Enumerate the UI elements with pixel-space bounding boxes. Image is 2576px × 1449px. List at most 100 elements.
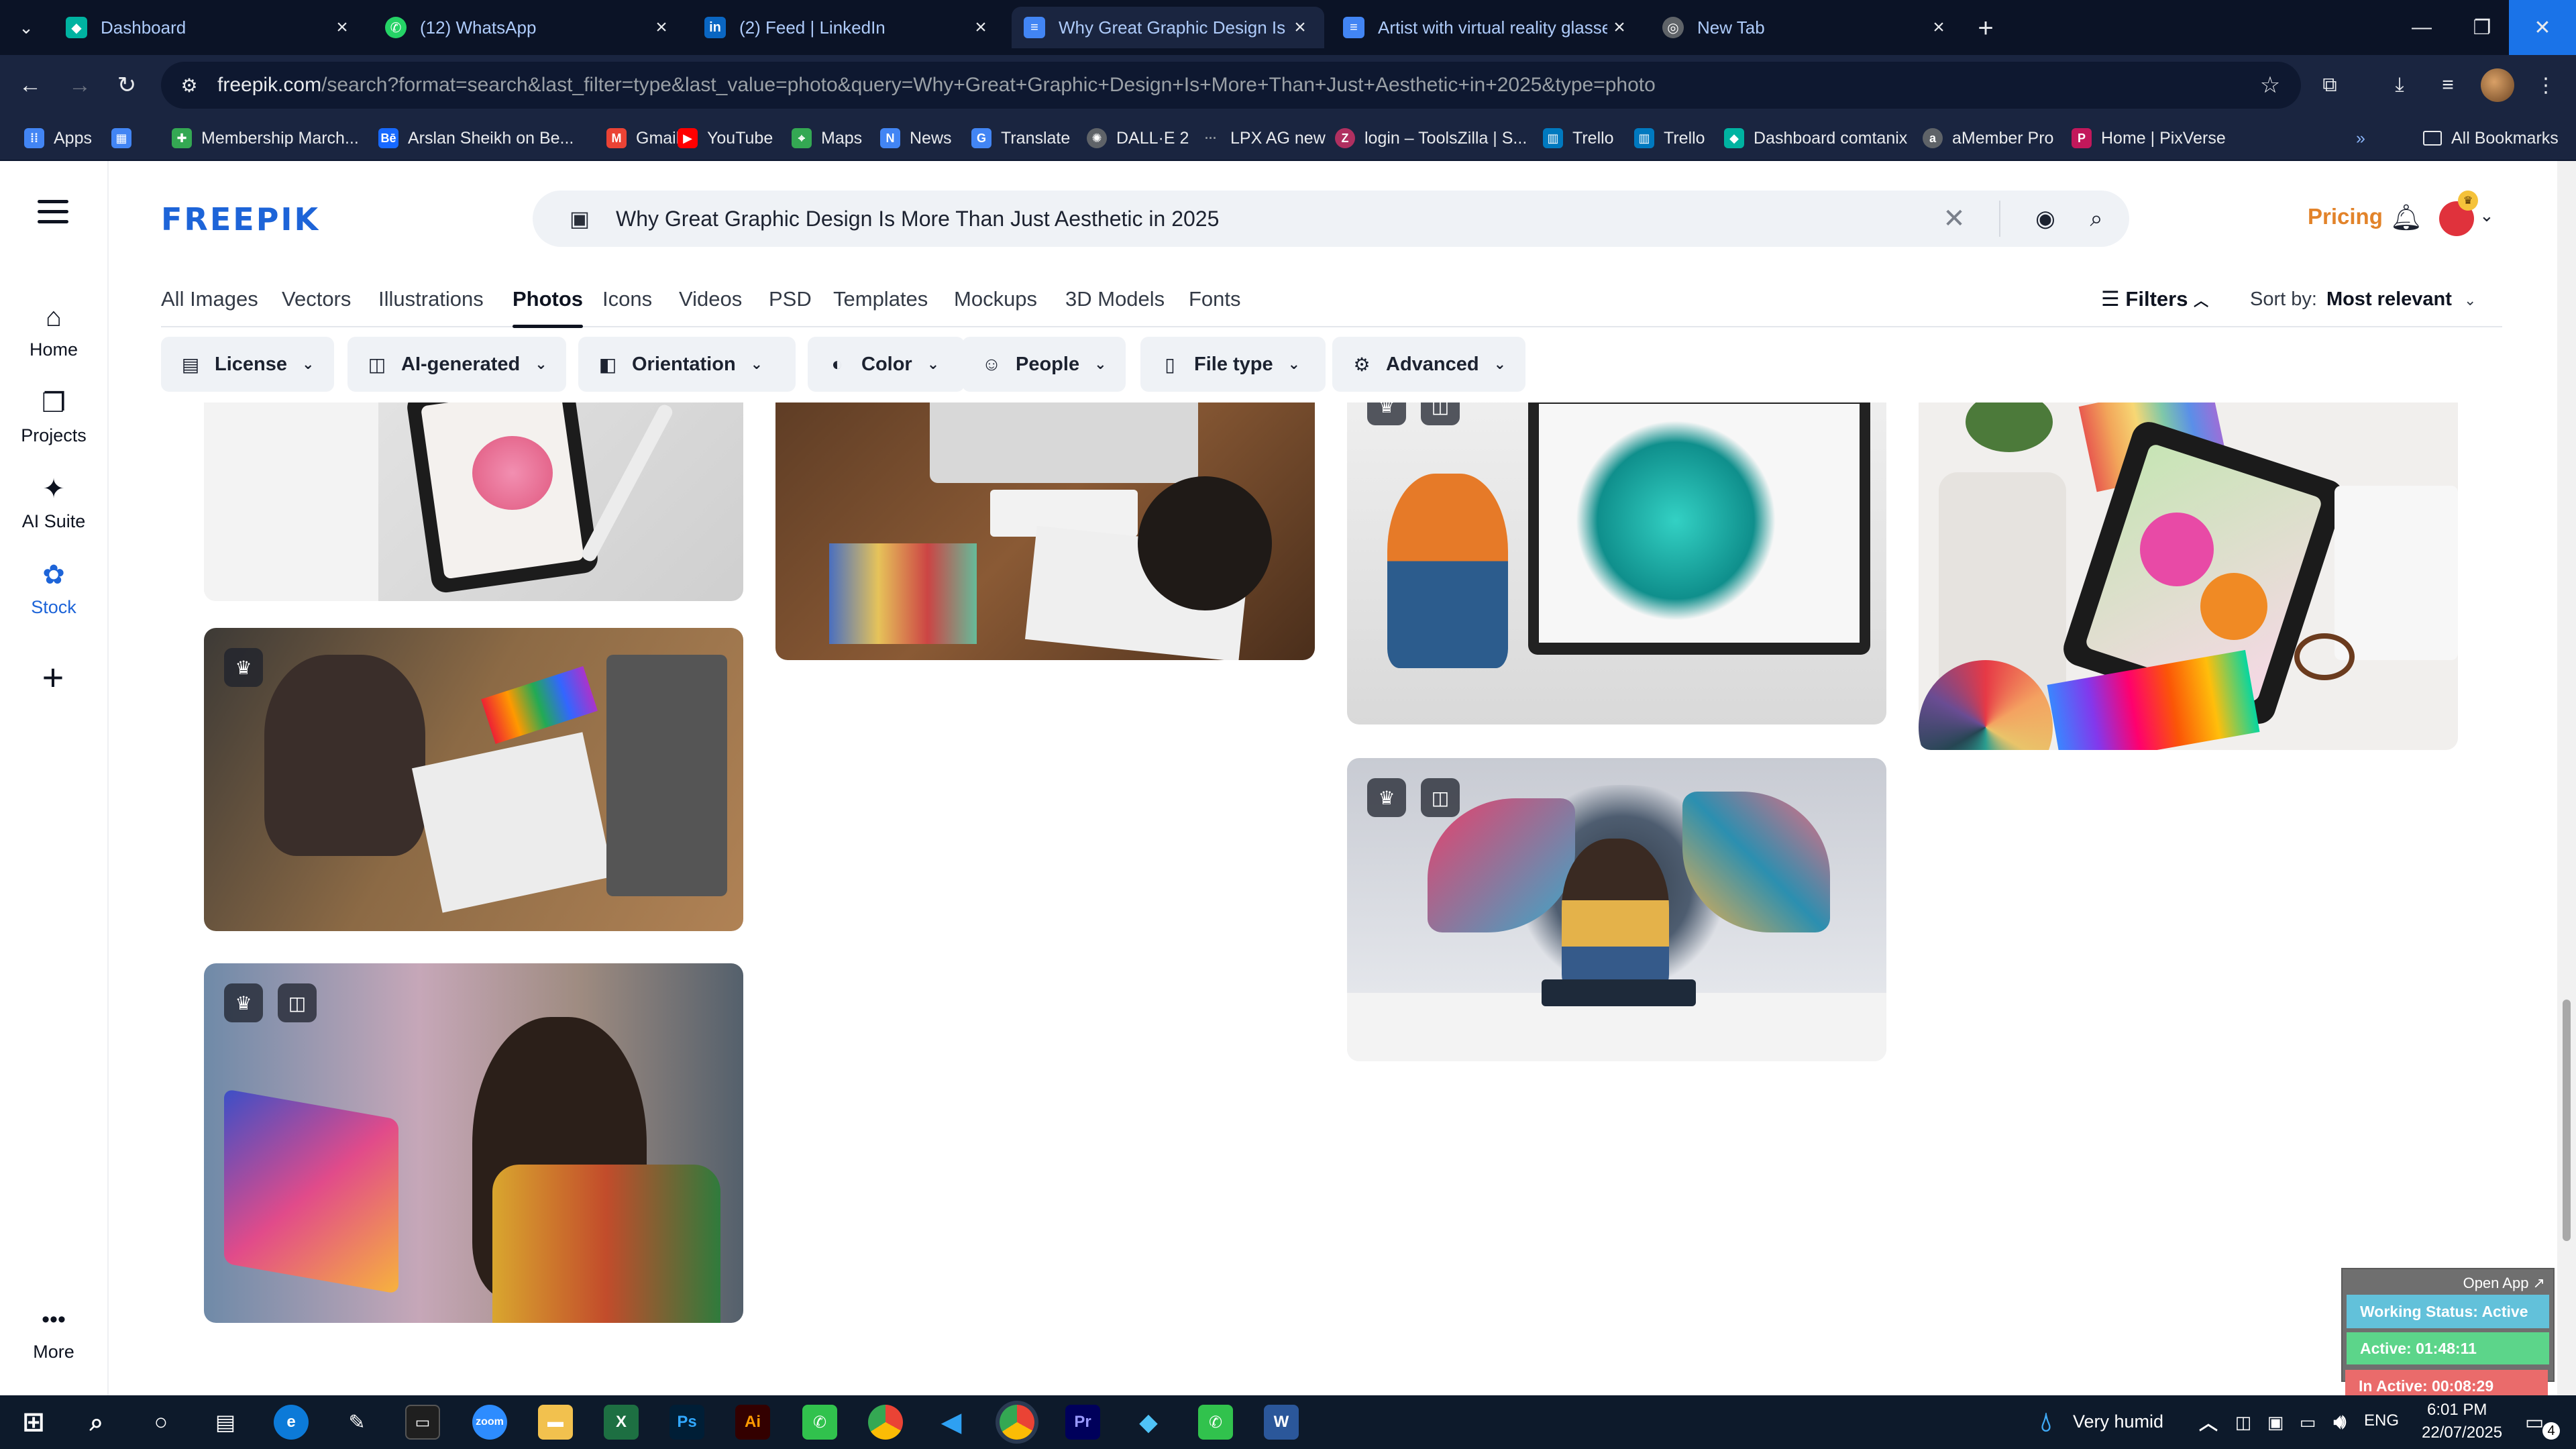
filter-color[interactable]: ◐ Color ⌄ — [808, 337, 965, 392]
bookmark-translate[interactable]: G Translate — [971, 125, 1070, 152]
forward-arrow-icon[interactable]: → — [63, 68, 97, 102]
add-plus-icon[interactable]: + — [31, 655, 75, 699]
bookmark-dalle[interactable]: ✺ DALL·E 2 — [1087, 125, 1189, 152]
rail-home[interactable]: ⌂ Home — [0, 299, 107, 360]
media-queue-icon[interactable]: ≡ — [2431, 68, 2465, 102]
photo-illustrator-at-monitor[interactable]: ♛ ◫ — [1347, 402, 1886, 724]
new-tab-plus-icon[interactable]: + — [1970, 12, 2002, 44]
rail-stock[interactable]: ✿ Stock — [0, 557, 107, 618]
bookmark-pixverse[interactable]: P Home | PixVerse — [2072, 125, 2226, 152]
network-icon[interactable]: ▭ — [2290, 1405, 2325, 1440]
photoshop-icon[interactable]: Ps — [669, 1405, 704, 1440]
pricing-link[interactable]: Pricing — [2308, 204, 2383, 229]
scrollbar-thumb[interactable] — [2563, 1000, 2571, 1241]
bookmark-lpx[interactable]: ··· LPX AG new — [1201, 125, 1326, 152]
profile-avatar[interactable] — [2481, 68, 2514, 102]
bookmark-youtube[interactable]: ▶ YouTube — [678, 125, 773, 152]
tab-templates[interactable]: Templates — [833, 287, 928, 311]
pen-tool-icon[interactable]: ✎ — [339, 1405, 374, 1440]
photo-child-drawing-tablet[interactable]: ♛ ◫ — [1347, 758, 1886, 1061]
open-app-link[interactable]: Open App ↗ — [2463, 1275, 2545, 1292]
rail-ai-suite[interactable]: ✦ AI Suite — [0, 471, 107, 532]
close-icon[interactable]: × — [1288, 15, 1312, 40]
bookmark-toolszilla[interactable]: Zlogin – ToolsZilla | S... — [1335, 125, 1527, 152]
restore-icon[interactable]: ❐ — [2449, 0, 2516, 55]
volume-icon[interactable]: 🔊︎ — [2322, 1405, 2357, 1440]
chrome-icon[interactable] — [868, 1405, 903, 1440]
bookmark-gmail[interactable]: M Gmail — [606, 125, 680, 152]
tab-search-dropdown-icon[interactable]: ⌄ — [9, 11, 43, 44]
clear-search-icon[interactable]: ✕ — [1936, 201, 1972, 237]
sort-dropdown[interactable]: Sort by: Most relevant ⌄ — [2250, 288, 2476, 311]
tab-artist-vr-doc[interactable]: ≡ Artist with virtual reality glasses × — [1331, 7, 1644, 48]
bookmark-trello-1[interactable]: ▥ Trello — [1543, 125, 1614, 152]
close-icon[interactable]: × — [969, 15, 993, 40]
clock-date[interactable]: 22/07/2025 — [2422, 1424, 2502, 1442]
file-explorer-icon[interactable]: ▬ — [538, 1405, 573, 1440]
chrome-active-icon[interactable] — [1000, 1405, 1034, 1440]
word-icon[interactable]: W — [1264, 1405, 1299, 1440]
search-icon[interactable]: ⌕ — [2078, 201, 2114, 237]
tab-photos[interactable]: Photos — [513, 287, 584, 328]
all-bookmarks-folder[interactable]: All Bookmarks — [2423, 125, 2559, 152]
camera-tray-icon[interactable]: ▣ — [2258, 1405, 2293, 1440]
bookmark-star-icon[interactable]: ☆ — [2255, 70, 2285, 100]
close-icon[interactable]: × — [1927, 15, 1951, 40]
close-icon[interactable]: × — [1607, 15, 1631, 40]
bookmark-trello-2[interactable]: ▥ Trello — [1634, 125, 1705, 152]
tab-fonts[interactable]: Fonts — [1189, 287, 1241, 311]
photo-tablet-flower-sketch[interactable] — [204, 402, 743, 601]
back-arrow-icon[interactable]: ← — [13, 68, 47, 102]
filters-toggle[interactable]: ☰ Filters ︿ — [2101, 287, 2208, 311]
illustrator-icon[interactable]: Ai — [735, 1405, 770, 1440]
search-input[interactable]: Why Great Graphic Design Is More Than Ju… — [616, 207, 1936, 231]
bookmark-dashboard-comtanix[interactable]: ◆ Dashboard comtanix — [1724, 125, 1907, 152]
language-indicator[interactable]: ENG — [2364, 1411, 2399, 1430]
clock-time[interactable]: 6:01 PM — [2427, 1401, 2487, 1419]
filter-ai-generated[interactable]: ◫ AI-generated ⌄ — [347, 337, 566, 392]
extension-icon[interactable]: ⧉ — [2313, 68, 2347, 102]
notification-bell-icon[interactable]: 🔔︎ — [2390, 201, 2423, 235]
window-close-icon[interactable]: ✕ — [2509, 0, 2576, 55]
app-diamond-icon[interactable]: ◆ — [1131, 1405, 1166, 1440]
photo-creative-desk-topdown[interactable] — [775, 402, 1315, 660]
chevron-down-icon[interactable]: ⌄ — [2479, 205, 2494, 226]
bookmark-membership[interactable]: ✚ Membership March... — [172, 125, 359, 152]
tab-whatsapp[interactable]: ✆ (12) WhatsApp × — [373, 7, 686, 48]
terminal-icon[interactable]: ▭ — [405, 1405, 440, 1440]
camera-search-icon[interactable]: ◉ — [2027, 201, 2063, 237]
rail-projects[interactable]: ❐ Projects — [0, 385, 107, 446]
photo-tablet-characters-flatlay[interactable] — [1919, 402, 2458, 750]
tab-icons[interactable]: Icons — [602, 287, 652, 311]
task-view-icon[interactable]: ▤ — [208, 1405, 243, 1440]
bookmarks-overflow-icon[interactable]: » — [2356, 125, 2365, 152]
image-search-icon[interactable]: ▣ — [565, 204, 594, 233]
bookmark-maps[interactable]: ⌖ Maps — [792, 125, 862, 152]
search-bar[interactable]: ▣ Why Great Graphic Design Is More Than … — [533, 191, 2129, 247]
zoom-icon[interactable]: zoom — [472, 1405, 507, 1440]
site-info-icon[interactable]: ⚙ — [174, 70, 204, 100]
rail-more[interactable]: ••• More — [0, 1301, 107, 1362]
tab-all-images[interactable]: All Images — [161, 287, 258, 311]
minimize-icon[interactable]: — — [2388, 0, 2455, 55]
filter-file-type[interactable]: ▯ File type ⌄ — [1140, 337, 1326, 392]
tab-vectors[interactable]: Vectors — [282, 287, 351, 311]
tab-illustrations[interactable]: Illustrations — [378, 287, 484, 311]
filter-advanced[interactable]: ⚙ Advanced ⌄ — [1332, 337, 1525, 392]
tab-new-tab[interactable]: ◎ New Tab × — [1650, 7, 1963, 48]
meet-now-icon[interactable]: ◫ — [2226, 1405, 2261, 1440]
bookmark-apps[interactable]: ⁞⁞ Apps — [24, 125, 92, 152]
hamburger-menu-icon[interactable] — [38, 200, 68, 227]
bookmark-news[interactable]: N News — [880, 125, 952, 152]
phone-link-icon[interactable]: ✆ — [802, 1405, 837, 1440]
filter-license[interactable]: ▤ License ⌄ — [161, 337, 334, 392]
tab-dashboard[interactable]: ◆ Dashboard × — [54, 7, 366, 48]
filter-orientation[interactable]: ◧ Orientation ⌄ — [578, 337, 796, 392]
tab-mockups[interactable]: Mockups — [954, 287, 1037, 311]
excel-icon[interactable]: X — [604, 1405, 639, 1440]
freepik-logo[interactable]: FREEPIK — [161, 201, 320, 237]
whatsapp-icon[interactable]: ✆ — [1198, 1405, 1233, 1440]
url-bar[interactable]: ⚙ freepik.com/search?format=search&last_… — [161, 62, 2301, 109]
tray-chevron-icon[interactable]: ︿ — [2191, 1405, 2226, 1440]
windows-start-icon[interactable]: ⊞ — [16, 1405, 51, 1440]
